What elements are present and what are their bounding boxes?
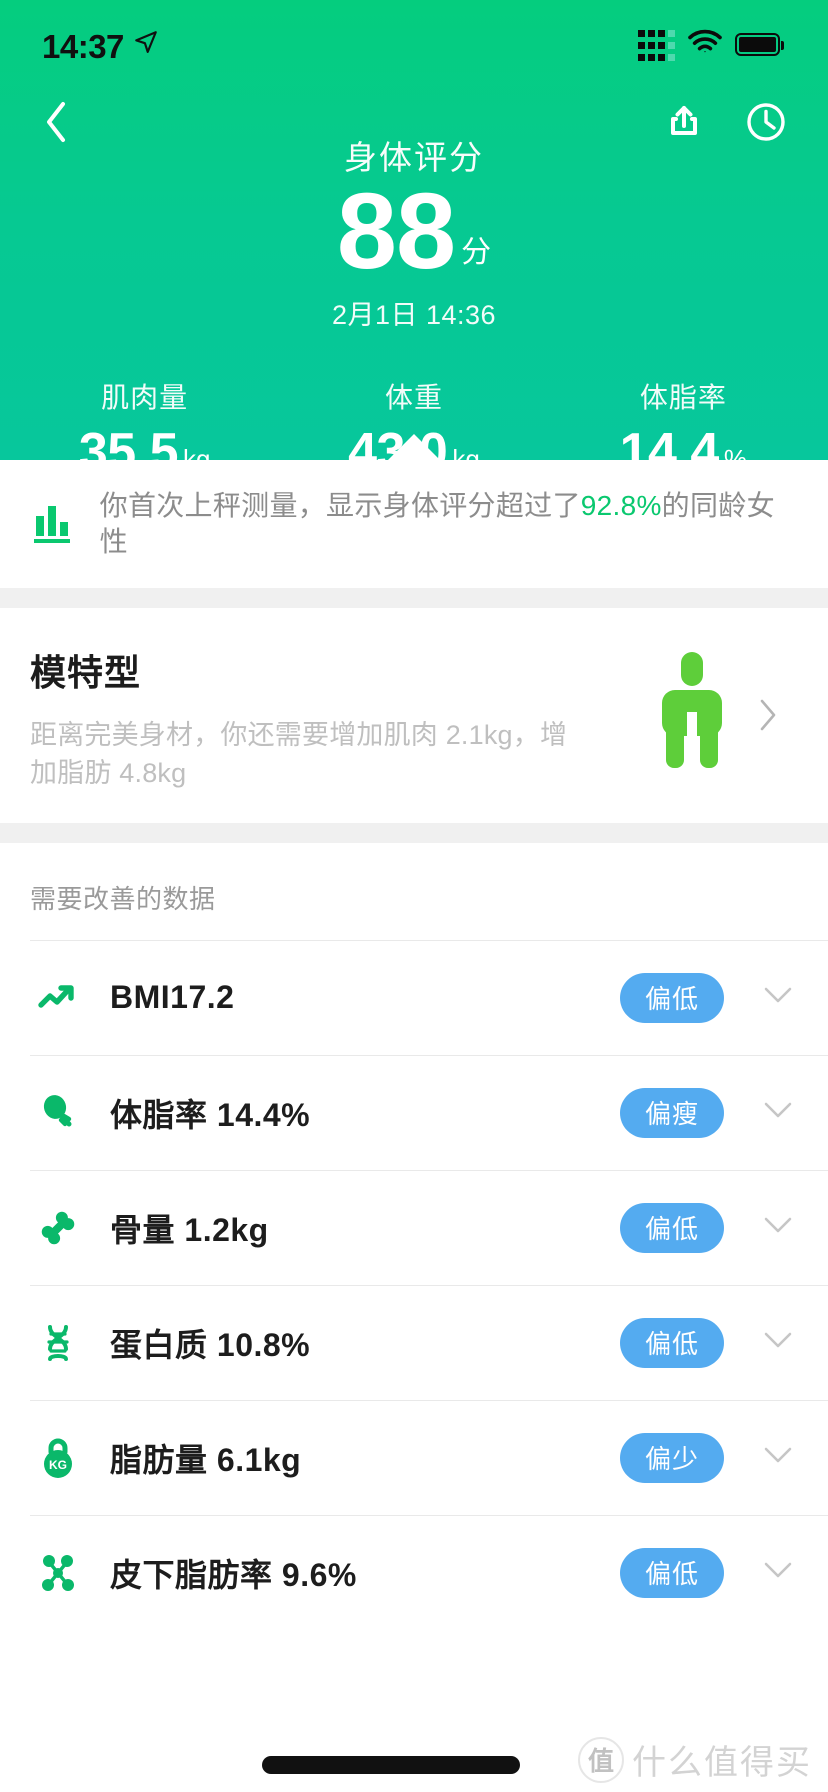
list-item-label: 蛋白质 10.8% — [110, 1326, 311, 1363]
tip-text-before: 你首次上秤测量，显示身体评分超过了 — [99, 489, 581, 521]
list-item-label: 脂肪量 6.1kg — [110, 1441, 302, 1478]
chevron-right-icon — [758, 698, 778, 737]
chevron-down-icon — [763, 1446, 793, 1469]
dna-helix-icon — [30, 1322, 86, 1364]
list-item-label: 体脂率 14.4% — [110, 1096, 311, 1133]
status-badge: 偏少 — [620, 1432, 724, 1483]
status-badge: 偏低 — [620, 972, 724, 1023]
body-type-chevron[interactable] — [738, 644, 798, 737]
score-block: 身体评分 88 分 2月1日 14:36 — [0, 138, 828, 332]
list-item-label: 皮下脂肪率 9.6% — [110, 1556, 357, 1593]
body-type-text: 模特型 距离完美身材，你还需要增加肌肉 2.1kg，增加脂肪 4.8kg — [30, 644, 646, 793]
battery-icon — [735, 32, 784, 56]
expand-toggle[interactable] — [758, 1561, 798, 1584]
person-figure-icon — [646, 644, 738, 770]
chevron-down-icon — [763, 1331, 793, 1354]
score-value: 88 — [336, 169, 456, 291]
status-bar: 14:37 — [0, 0, 828, 88]
section-gap-2 — [0, 822, 828, 843]
chevron-down-icon — [763, 986, 793, 1009]
page-title: 身体评分 — [344, 139, 484, 176]
metrics-row: 肌肉量 35.5 kg 体重 43.0 kg 体脂率 14.4 % — [0, 376, 828, 478]
watermark: 值 什么值得买 — [578, 1735, 812, 1784]
body-type-card[interactable]: 模特型 距离完美身材，你还需要增加肌肉 2.1kg，增加脂肪 4.8kg — [0, 608, 828, 823]
metric-value: 14.4 — [619, 422, 720, 481]
body-type-title: 模特型 — [30, 652, 142, 693]
improve-list-header: 需要改善的数据 — [30, 883, 216, 914]
list-item[interactable]: 蛋白质 10.8% 偏低 — [0, 1286, 828, 1400]
score-unit: 分 — [461, 235, 492, 269]
kg-weight-icon: KG — [30, 1436, 86, 1480]
expand-toggle[interactable] — [758, 1446, 798, 1469]
improve-list-section: 需要改善的数据 BMI17.2 偏低 体脂率 14.4% 偏瘦 骨量 1.2kg… — [0, 842, 828, 1630]
metric-muscle-mass[interactable]: 肌肉量 35.5 kg — [10, 376, 279, 478]
list-item[interactable]: BMI17.2 偏低 — [0, 941, 828, 1055]
list-item[interactable]: KG 脂肪量 6.1kg 偏少 — [0, 1401, 828, 1515]
molecule-icon — [30, 1552, 86, 1594]
metric-unit: kg — [452, 443, 480, 474]
status-badge: 偏低 — [620, 1317, 724, 1368]
chevron-down-icon — [763, 1101, 793, 1124]
expand-toggle[interactable] — [758, 1331, 798, 1354]
metric-value: 35.5 — [78, 422, 179, 481]
list-item[interactable]: 骨量 1.2kg 偏低 — [0, 1171, 828, 1285]
expand-toggle[interactable] — [758, 1101, 798, 1124]
svg-text:KG: KG — [49, 1458, 67, 1472]
status-bar-left: 14:37 — [42, 26, 159, 63]
chevron-down-icon — [763, 1216, 793, 1239]
list-item[interactable]: 体脂率 14.4% 偏瘦 — [0, 1056, 828, 1170]
metric-weight[interactable]: 体重 43.0 kg — [279, 376, 548, 478]
bone-icon — [30, 1207, 86, 1249]
metric-label: 体脂率 — [639, 381, 727, 413]
score-row: 88 分 — [0, 169, 828, 291]
list-item[interactable]: 皮下脂肪率 9.6% 偏低 — [0, 1516, 828, 1630]
metric-unit: % — [723, 443, 747, 474]
drumstick-icon — [30, 1092, 86, 1134]
metric-value-row: 35.5 kg — [10, 426, 279, 478]
metric-body-fat-rate[interactable]: 体脂率 14.4 % — [549, 376, 818, 478]
measurement-timestamp: 2月1日 14:36 — [331, 299, 497, 330]
status-badge: 偏瘦 — [620, 1087, 724, 1138]
cellular-signal-icon — [638, 28, 675, 61]
location-arrow-icon — [133, 29, 159, 60]
expand-toggle[interactable] — [758, 1216, 798, 1239]
list-item-label: 骨量 1.2kg — [110, 1211, 269, 1248]
metric-unit: kg — [183, 443, 211, 474]
section-gap — [0, 588, 828, 608]
bar-chart-icon — [30, 502, 76, 546]
body-type-description: 距离完美身材，你还需要增加肌肉 2.1kg，增加脂肪 4.8kg — [30, 720, 568, 789]
watermark-logo-icon: 值 — [578, 1736, 624, 1783]
score-header: 14:37 身体评分 88 分 2月1日 14:36 肌肉量 35.5 kg 体… — [0, 0, 828, 478]
status-time: 14:37 — [42, 27, 124, 65]
tip-text: 你首次上秤测量，显示身体评分超过了92.8%的同龄女性 — [100, 488, 798, 561]
metric-value-row: 14.4 % — [549, 426, 818, 478]
header-pointer — [388, 434, 440, 460]
metric-label: 肌肉量 — [101, 381, 189, 413]
trending-up-icon — [30, 977, 86, 1019]
expand-toggle[interactable] — [758, 986, 798, 1009]
metric-label: 体重 — [384, 381, 443, 413]
status-badge: 偏低 — [620, 1202, 724, 1253]
wifi-icon — [688, 29, 722, 59]
redaction-bar — [262, 1756, 520, 1774]
status-bar-right — [638, 28, 784, 61]
watermark-text: 什么值得买 — [632, 1744, 812, 1782]
tip-highlight-percent: 92.8% — [580, 489, 662, 521]
status-badge: 偏低 — [620, 1547, 724, 1598]
chevron-down-icon — [763, 1561, 793, 1584]
app-screen: 14:37 身体评分 88 分 2月1日 14:36 肌肉量 35.5 kg 体… — [0, 0, 828, 1792]
list-item-label: BMI17.2 — [110, 979, 235, 1016]
